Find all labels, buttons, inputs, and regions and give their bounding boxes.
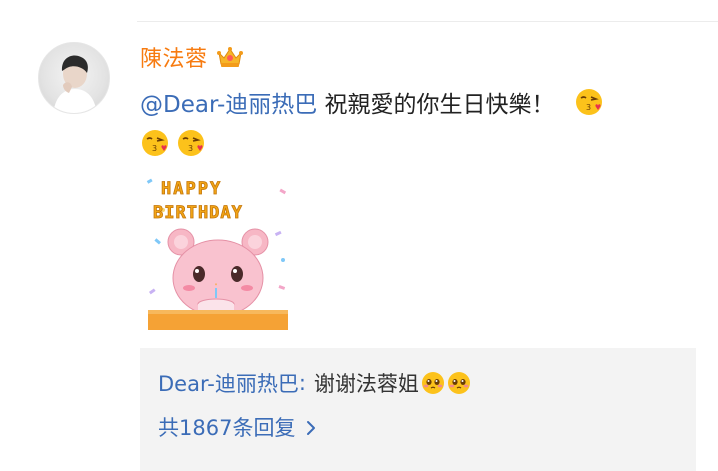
more-replies-link[interactable]: 共1867条回复 xyxy=(158,412,317,442)
svg-text:3: 3 xyxy=(152,144,157,153)
top-reply: Dear-迪丽热巴 : 谢谢法蓉姐 xyxy=(158,368,471,398)
top-divider xyxy=(137,21,718,22)
svg-text:3: 3 xyxy=(188,144,193,153)
kiss-face-icon: 3 xyxy=(574,87,604,117)
chevron-right-icon xyxy=(305,418,317,436)
mention-link[interactable]: @Dear-迪丽热巴 xyxy=(140,92,317,118)
author-name[interactable]: 陳法蓉 xyxy=(140,41,208,73)
kiss-face-icon: 3 xyxy=(140,128,170,158)
pleading-face-icon xyxy=(421,371,445,395)
sticker-title-happy: HAPPY xyxy=(161,179,222,199)
emoji-row: 3 3 xyxy=(140,128,206,158)
post-text: 祝親愛的你生日快樂！ xyxy=(317,92,555,118)
crown-vip-icon[interactable] xyxy=(216,45,244,69)
pleading-face-icon xyxy=(447,371,471,395)
more-replies-label: 共1867条回复 xyxy=(158,416,296,440)
avatar[interactable] xyxy=(38,42,110,114)
reply-text: 谢谢法蓉姐 xyxy=(313,372,419,396)
birthday-sticker-image[interactable]: HAPPY BIRTHDAY xyxy=(143,170,293,332)
reply-author[interactable]: Dear-迪丽热巴 xyxy=(158,368,299,398)
reply-box: Dear-迪丽热巴 : 谢谢法蓉姐 共1867条回复 xyxy=(140,348,696,471)
post-body: @Dear-迪丽热巴 祝親愛的你生日快樂！ 3 xyxy=(140,86,700,124)
reply-separator: : xyxy=(298,371,306,395)
author-row: 陳法蓉 xyxy=(140,40,244,74)
sticker-title-birthday: BIRTHDAY xyxy=(153,203,243,223)
kiss-face-icon: 3 xyxy=(176,128,206,158)
svg-text:3: 3 xyxy=(586,103,591,112)
